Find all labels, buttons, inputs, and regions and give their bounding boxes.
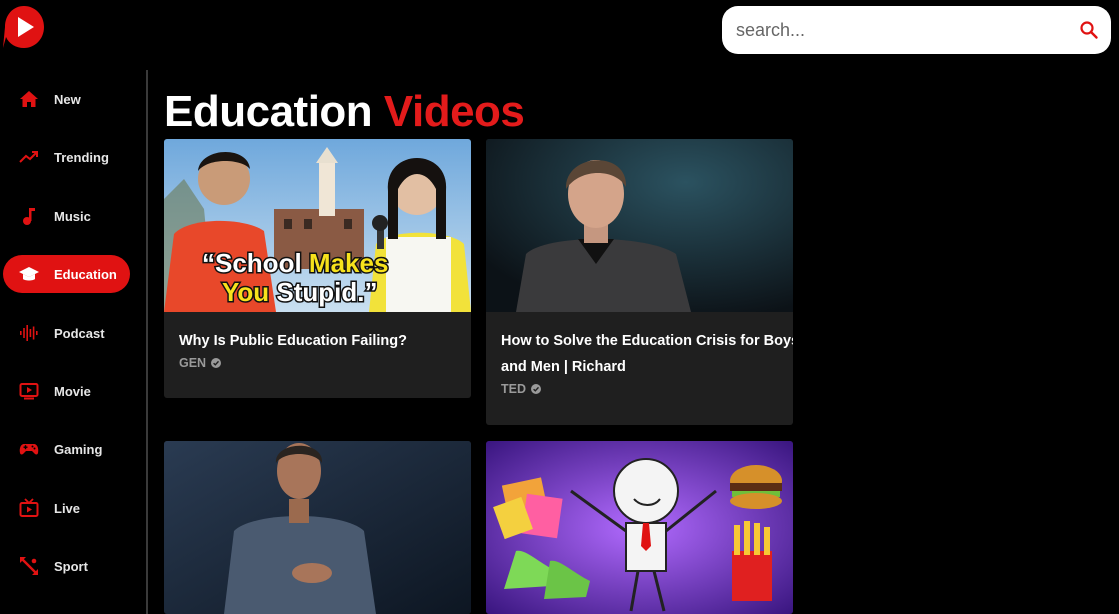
channel-name[interactable]: TED [501, 382, 781, 396]
search-icon[interactable] [1079, 16, 1099, 45]
sidebar-item-live[interactable]: Live [3, 489, 130, 527]
search-bar[interactable] [722, 6, 1111, 54]
search-input[interactable] [734, 18, 1079, 42]
video-title[interactable]: Why Is Public Education Failing? [179, 328, 471, 354]
graduation-cap-icon [18, 263, 40, 285]
sidebar-item-sport[interactable]: Sport [3, 547, 130, 585]
page-title-accent: Videos [383, 87, 525, 136]
sidebar-item-trending[interactable]: Trending [3, 138, 130, 176]
video-card[interactable]: “School Makes You Stupid.” Why Is Public… [164, 139, 471, 398]
video-thumbnail[interactable] [164, 441, 471, 614]
sidebar-item-label: Music [54, 208, 91, 224]
sport-icon [18, 555, 40, 577]
channel-name[interactable]: GEN [179, 356, 459, 370]
sidebar-nav: New Trending Music Education Podcast Mov… [0, 70, 146, 614]
soundwave-icon [18, 322, 40, 344]
sidebar-item-podcast[interactable]: Podcast [3, 314, 130, 352]
video-card[interactable] [164, 441, 471, 614]
sidebar-item-new[interactable]: New [3, 80, 130, 118]
video-card[interactable] [486, 441, 793, 614]
sidebar-item-label: Education [54, 266, 117, 282]
thumbnail-caption: “School Makes [202, 248, 388, 278]
thumbnail-caption: You Stupid.” [222, 277, 378, 307]
sidebar-item-movie[interactable]: Movie [3, 372, 130, 410]
sidebar-item-label: Live [54, 500, 81, 516]
page-title: Education Videos [164, 84, 525, 140]
trending-icon [18, 146, 40, 168]
video-thumbnail[interactable] [486, 139, 793, 312]
verified-icon [531, 384, 541, 394]
sidebar-item-label: Podcast [54, 325, 105, 341]
page-title-main: Education [164, 87, 373, 136]
sidebar-item-music[interactable]: Music [3, 197, 130, 235]
live-tv-icon [18, 497, 40, 519]
gamepad-icon [18, 438, 40, 460]
video-thumbnail[interactable]: “School Makes You Stupid.” [164, 139, 471, 312]
movie-icon [18, 380, 40, 402]
sidebar-item-label: Trending [54, 149, 109, 165]
sidebar-item-label: New [54, 91, 81, 107]
verified-icon [211, 358, 222, 368]
sidebar-item-label: Movie [54, 383, 91, 399]
home-icon [18, 88, 40, 110]
video-thumbnail[interactable] [486, 441, 793, 614]
video-title[interactable]: How to Solve the Education Crisis for Bo… [501, 328, 793, 380]
video-card[interactable]: How to Solve the Education Crisis for Bo… [486, 139, 793, 425]
sidebar-item-label: Sport [54, 558, 88, 574]
music-note-icon [18, 205, 40, 227]
sidebar-item-label: Gaming [54, 441, 103, 457]
sidebar-item-education[interactable]: Education [3, 255, 130, 293]
sidebar-item-gaming[interactable]: Gaming [3, 430, 130, 468]
channel-label: GEN [179, 356, 207, 370]
play-logo-icon[interactable] [2, 4, 46, 50]
channel-label: TED [501, 382, 526, 396]
sidebar-divider [146, 70, 148, 614]
